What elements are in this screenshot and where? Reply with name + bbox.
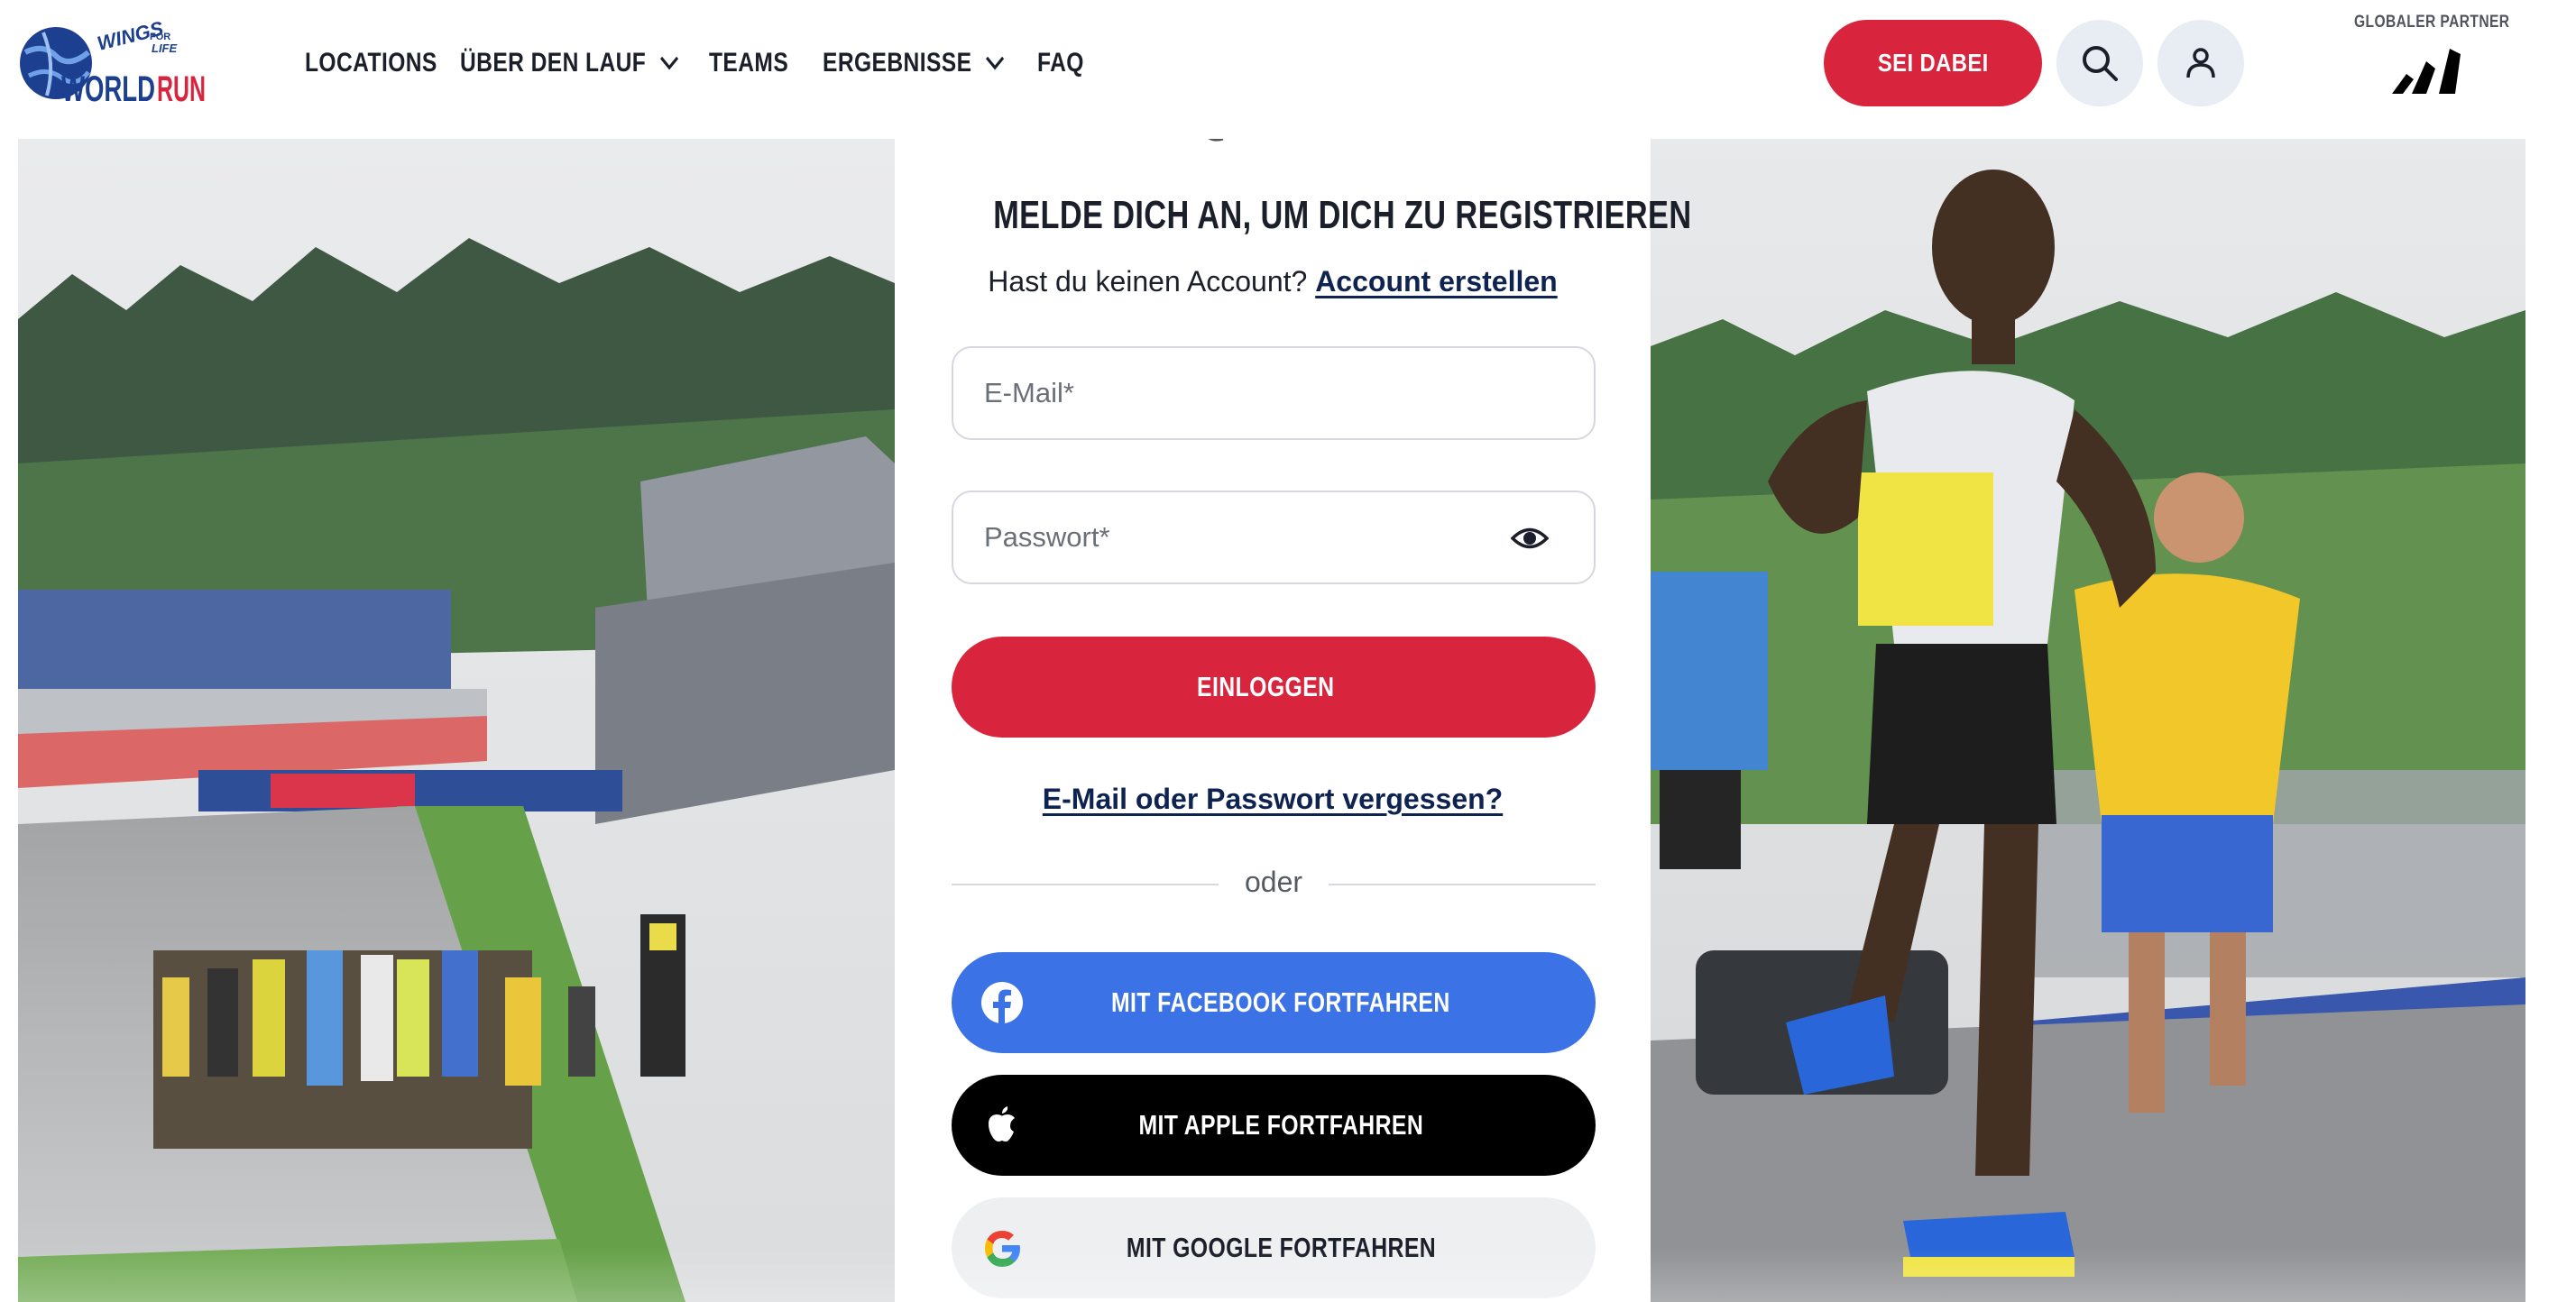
nav-item-locations[interactable]: LOCATIONS (305, 48, 437, 78)
chevron-down-icon (985, 56, 1004, 70)
facebook-icon (981, 982, 1023, 1024)
facebook-button-label: MIT FACEBOOK FORTFAHREN (1111, 986, 1450, 1018)
svg-text:LIFE: LIFE (152, 41, 177, 55)
no-account-row: Hast du keinen Account? Account erstelle… (895, 265, 1651, 298)
hero-photo-right (1651, 139, 2525, 1302)
google-button-label: MIT GOOGLE FORTFAHREN (1126, 1232, 1436, 1263)
forgot-credentials-link[interactable]: E-Mail oder Passwort vergessen? (895, 783, 1651, 816)
nav-item-faq[interactable]: FAQ (1037, 48, 1084, 78)
global-partner-label: GLOBALER PARTNER (2354, 13, 2510, 32)
search-icon (2083, 46, 2118, 81)
email-field (952, 346, 1596, 440)
sei-dabei-button[interactable]: SEI DABEI (1824, 20, 2042, 106)
create-account-link[interactable]: Account erstellen (1315, 265, 1558, 298)
nav-item-label: ERGEBNISSE (823, 48, 972, 78)
password-field (952, 491, 1596, 584)
user-icon (2186, 48, 2215, 78)
sei-dabei-label: SEI DABEI (1877, 49, 1989, 77)
nav-item-teams[interactable]: TEAMS (709, 48, 788, 78)
adidas-logo[interactable] (2390, 49, 2466, 99)
login-title: MELDE DICH AN, UM DICH ZU REGISTRIEREN (895, 193, 1691, 238)
email-input[interactable] (953, 348, 1594, 438)
search-button[interactable] (2056, 20, 2143, 106)
divider-line-right (1329, 884, 1596, 885)
nav-item-ueber-den-lauf[interactable]: ÜBER DEN LAUF (460, 48, 678, 78)
apple-icon (988, 1106, 1015, 1142)
show-password-eye-icon[interactable] (1511, 523, 1549, 554)
hero-photo-left (18, 139, 895, 1302)
nav-item-label: LOCATIONS (305, 48, 437, 78)
apple-button-label: MIT APPLE FORTFAHREN (1138, 1109, 1423, 1141)
login-button[interactable]: EINLOGGEN (952, 637, 1596, 738)
login-title-text: MELDE DICH AN, UM DICH ZU REGISTRIEREN (993, 193, 1692, 237)
google-login-button[interactable]: MIT GOOGLE FORTFAHREN (952, 1197, 1596, 1298)
facebook-login-button[interactable]: MIT FACEBOOK FORTFAHREN (952, 952, 1596, 1053)
site-header: WINGS FOR LIFE WORLD RUN LOCATIONS ÜBER … (0, 0, 2576, 139)
divider-text: oder (1244, 866, 1303, 898)
login-button-label: EINLOGGEN (1196, 671, 1335, 702)
svg-text:WORLD: WORLD (61, 69, 155, 109)
password-input[interactable] (953, 492, 1594, 582)
no-account-text: Hast du keinen Account? (988, 265, 1308, 298)
account-button[interactable] (2157, 20, 2244, 106)
nav-item-label: TEAMS (709, 48, 789, 78)
nav-item-label: ÜBER DEN LAUF (460, 48, 647, 78)
wings-for-life-world-run-logo[interactable]: WINGS FOR LIFE WORLD RUN (16, 16, 207, 110)
nav-item-ergebnisse[interactable]: ERGEBNISSE (823, 48, 1004, 78)
login-card: MELDE DICH AN, UM DICH ZU REGISTRIEREN H… (895, 133, 1691, 1302)
nav-item-label: FAQ (1037, 48, 1084, 78)
apple-login-button[interactable]: MIT APPLE FORTFAHREN (952, 1075, 1596, 1176)
svg-text:RUN: RUN (157, 69, 206, 109)
google-icon (985, 1231, 1020, 1267)
or-divider: oder (952, 866, 1596, 902)
chevron-down-icon (659, 56, 678, 70)
